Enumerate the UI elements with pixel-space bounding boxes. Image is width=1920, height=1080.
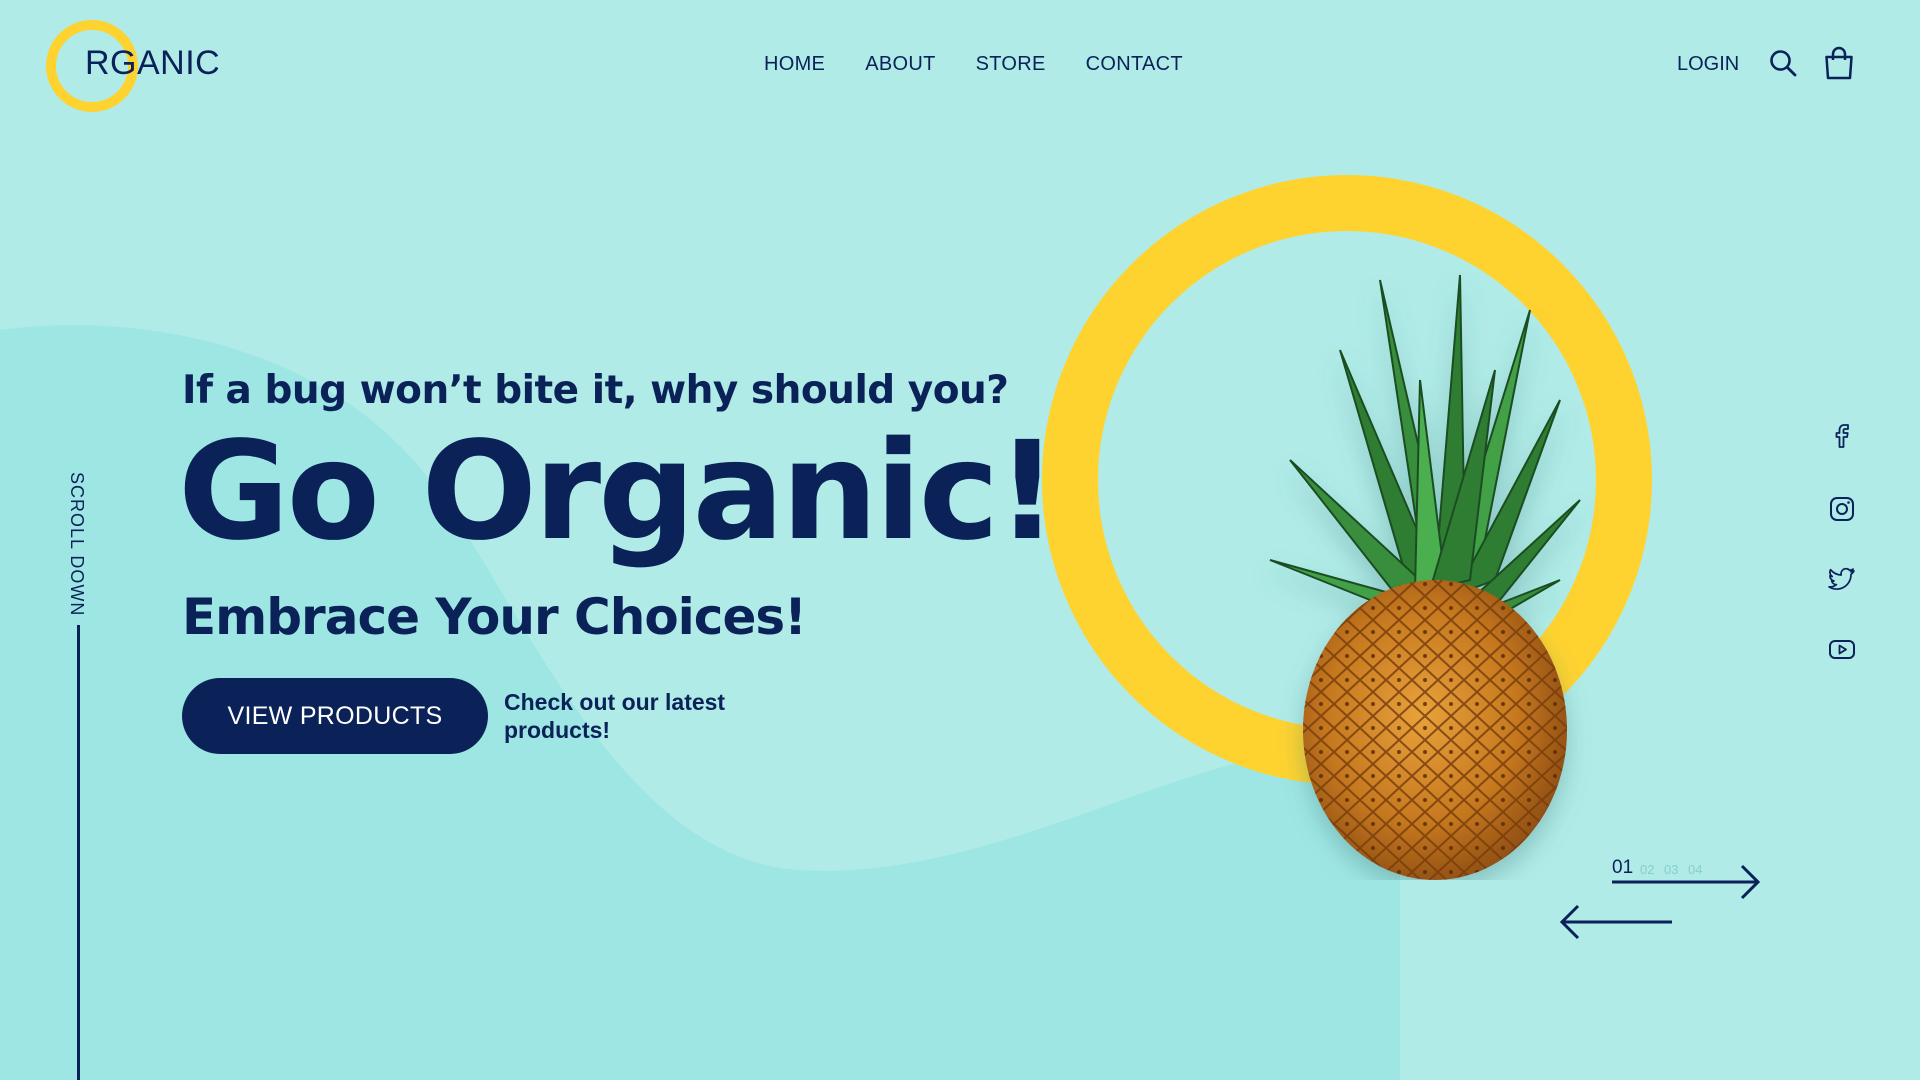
- facebook-icon[interactable]: [1827, 420, 1857, 450]
- logo[interactable]: RGANIC: [46, 20, 220, 112]
- hero-subheadline: Embrace Your Choices!: [182, 588, 807, 646]
- hero-tagline: If a bug won’t bite it, why should you?: [182, 368, 1009, 413]
- nav-contact[interactable]: CONTACT: [1086, 53, 1183, 76]
- nav-store[interactable]: STORE: [976, 53, 1046, 76]
- scroll-line: [77, 625, 80, 1080]
- prev-arrow-icon[interactable]: [1558, 902, 1674, 942]
- instagram-icon[interactable]: [1827, 494, 1857, 524]
- pineapple-image: [1269, 274, 1581, 880]
- hero-headline: Go Organic!: [178, 413, 1058, 571]
- nav-about[interactable]: ABOUT: [865, 53, 935, 76]
- next-arrow-icon[interactable]: [1610, 862, 1762, 902]
- search-icon[interactable]: [1769, 49, 1797, 77]
- nav-home[interactable]: HOME: [764, 53, 825, 76]
- view-products-button[interactable]: VIEW PRODUCTS: [182, 678, 488, 754]
- logo-text: RGANIC: [85, 44, 221, 82]
- login-link[interactable]: LOGIN: [1677, 53, 1739, 76]
- cta-note: Check out our latest products!: [504, 689, 726, 743]
- youtube-icon[interactable]: [1827, 634, 1857, 664]
- scroll-down-label[interactable]: SCROLL DOWN: [66, 472, 87, 616]
- shopping-bag-icon[interactable]: [1824, 46, 1854, 80]
- twitter-icon[interactable]: [1827, 564, 1857, 594]
- main-nav: HOME ABOUT STORE CONTACT: [764, 53, 1183, 76]
